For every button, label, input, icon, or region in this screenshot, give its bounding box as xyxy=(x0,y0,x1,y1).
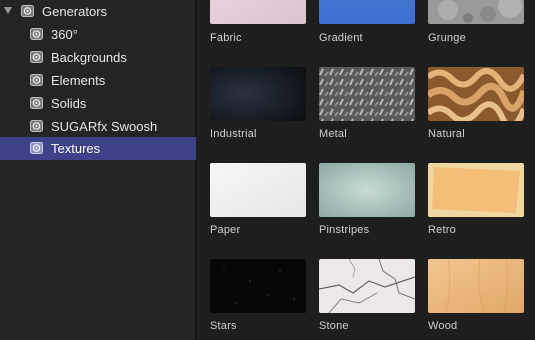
tree-item-label: SUGARfx Swoosh xyxy=(51,119,158,134)
tree-item-backgrounds[interactable]: Backgrounds xyxy=(0,46,196,69)
generator-icon xyxy=(30,120,43,132)
tree-item-label: Backgrounds xyxy=(51,50,127,65)
tile-fabric[interactable]: Fabric xyxy=(210,0,306,48)
tree-item-solids[interactable]: Solids xyxy=(0,92,196,115)
generator-icon xyxy=(30,51,43,63)
tree-item-label: Generators xyxy=(42,4,108,19)
tree-item-360[interactable]: 360° xyxy=(0,23,196,46)
disclosure-triangle-icon[interactable] xyxy=(4,7,12,14)
tile-label: Industrial xyxy=(210,128,257,140)
grunge-thumbnail[interactable] xyxy=(428,0,524,24)
tree-item-label: Elements xyxy=(51,73,106,88)
tile-wood[interactable]: Wood xyxy=(428,259,524,339)
paper-thumbnail[interactable] xyxy=(210,163,306,217)
tile-grunge[interactable]: Grunge xyxy=(428,0,524,48)
generator-icon xyxy=(30,97,43,109)
gradient-thumbnail[interactable] xyxy=(319,0,415,24)
tile-label: Wood xyxy=(428,320,458,332)
generator-icon xyxy=(21,5,34,17)
tile-pinstripes[interactable]: Pinstripes xyxy=(319,163,415,243)
generator-icon xyxy=(30,28,43,40)
tree-item-elements[interactable]: Elements xyxy=(0,69,196,92)
tile-label: Metal xyxy=(319,128,347,140)
pinstripes-thumbnail[interactable] xyxy=(319,163,415,217)
tree-item-label: Textures xyxy=(51,141,101,156)
tile-industrial[interactable]: Industrial xyxy=(210,67,306,147)
tile-stars[interactable]: Stars xyxy=(210,259,306,339)
sidebar: Generators 360° Backgrounds Elements Sol… xyxy=(0,0,196,340)
metal-thumbnail[interactable] xyxy=(319,67,415,121)
tile-retro[interactable]: Retro xyxy=(428,163,524,243)
tile-label: Fabric xyxy=(210,32,242,44)
tree-item-generators[interactable]: Generators xyxy=(0,0,196,23)
tile-label: Stone xyxy=(319,320,349,332)
generator-icon xyxy=(30,142,43,154)
tile-natural[interactable]: Natural xyxy=(428,67,524,147)
stars-thumbnail[interactable] xyxy=(210,259,306,313)
tile-gradient[interactable]: Gradient xyxy=(319,0,415,48)
tile-label: Gradient xyxy=(319,32,363,44)
tile-metal[interactable]: Metal xyxy=(319,67,415,147)
industrial-thumbnail[interactable] xyxy=(210,67,306,121)
tree-item-sugarfx-swoosh[interactable]: SUGARfx Swoosh xyxy=(0,115,196,138)
generator-icon xyxy=(30,74,43,86)
tree-item-label: 360° xyxy=(51,27,78,42)
tile-label: Paper xyxy=(210,224,241,236)
retro-thumbnail[interactable] xyxy=(428,163,524,217)
natural-thumbnail[interactable] xyxy=(428,67,524,121)
tile-paper[interactable]: Paper xyxy=(210,163,306,243)
tree-item-label: Solids xyxy=(51,96,87,111)
tile-label: Grunge xyxy=(428,32,466,44)
tile-stone[interactable]: Stone xyxy=(319,259,415,339)
generator-browser: Fabric Gradient Grunge Industrial Metal … xyxy=(197,0,535,340)
wood-thumbnail[interactable] xyxy=(428,259,524,313)
fabric-thumbnail[interactable] xyxy=(210,0,306,24)
tile-label: Natural xyxy=(428,128,465,140)
tile-label: Stars xyxy=(210,320,237,332)
tile-label: Pinstripes xyxy=(319,224,370,236)
stone-thumbnail[interactable] xyxy=(319,259,415,313)
tree-item-textures[interactable]: Textures xyxy=(0,137,196,160)
tile-label: Retro xyxy=(428,224,456,236)
